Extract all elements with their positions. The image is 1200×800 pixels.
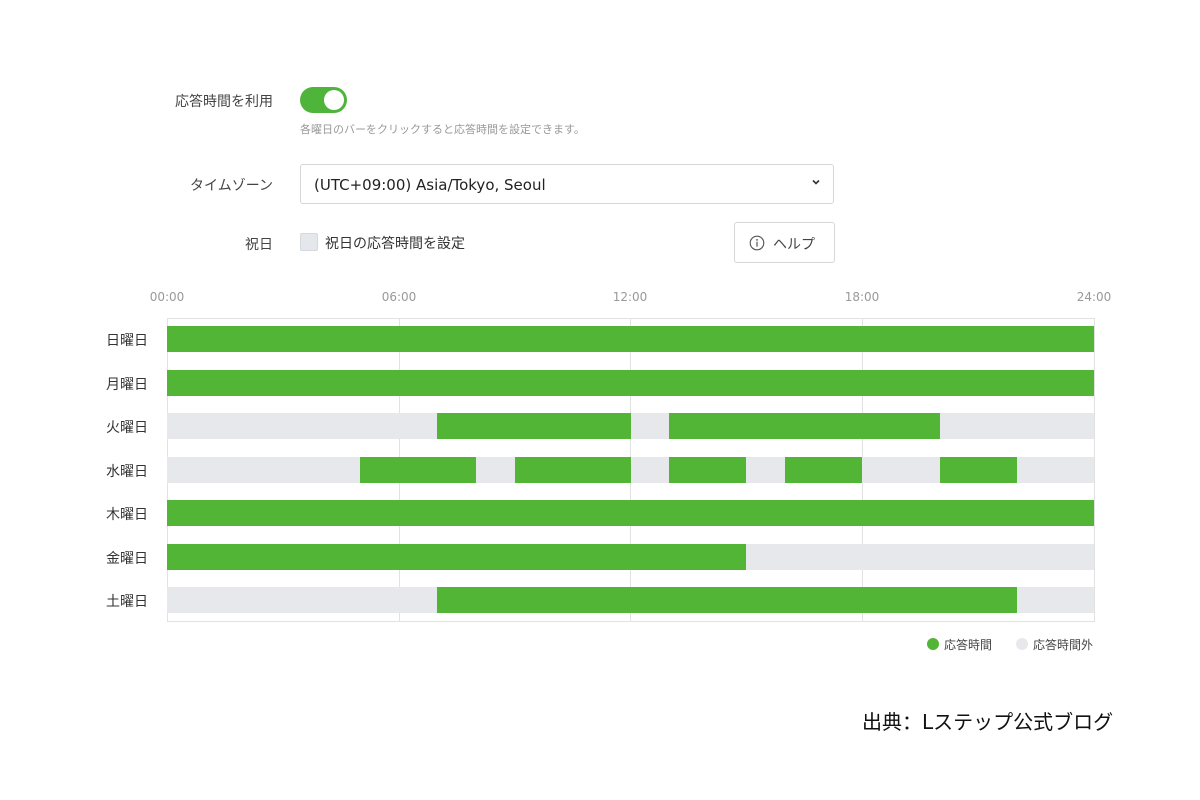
response-time-bar[interactable]	[167, 326, 1094, 352]
legend-response-dot	[927, 638, 939, 650]
day-label-wednesday: 水曜日	[106, 464, 148, 480]
response-time-bar[interactable]	[437, 587, 1017, 613]
timezone-select[interactable]: (UTC+09:00) Asia/Tokyo, Seoul	[300, 164, 834, 204]
response-time-bar[interactable]	[167, 370, 1094, 396]
holiday-checkbox-label[interactable]: 祝日の応答時間を設定	[325, 233, 465, 253]
time-tick: 06:00	[381, 290, 417, 304]
response-time-toggle[interactable]	[300, 87, 347, 113]
timezone-value: (UTC+09:00) Asia/Tokyo, Seoul	[314, 176, 546, 194]
day-track-thursday[interactable]	[167, 500, 1094, 526]
day-track-friday[interactable]	[167, 544, 1094, 570]
response-time-bar[interactable]	[167, 544, 747, 570]
day-label-thursday: 木曜日	[106, 507, 148, 523]
legend-off-dot	[1016, 638, 1028, 650]
response-time-bar[interactable]	[669, 457, 747, 483]
schedule-hint: 各曜日のバーをクリックすると応答時間を設定できます。	[300, 123, 585, 136]
time-tick: 00:00	[149, 290, 185, 304]
day-label-monday: 月曜日	[106, 377, 148, 393]
time-tick: 12:00	[612, 290, 648, 304]
response-time-bar[interactable]	[437, 413, 631, 439]
response-time-bar[interactable]	[360, 457, 476, 483]
response-time-bar[interactable]	[514, 457, 631, 483]
time-tick: 24:00	[1076, 290, 1112, 304]
day-label-friday: 金曜日	[106, 551, 148, 567]
day-label-tuesday: 火曜日	[106, 420, 148, 436]
response-time-bar[interactable]	[167, 500, 1094, 526]
legend-off-label: 応答時間外	[1033, 638, 1094, 652]
source-caption: 出典：Lステップ公式ブログ	[862, 710, 1114, 734]
help-button[interactable]: ヘルプ	[734, 222, 835, 263]
help-button-label: ヘルプ	[773, 237, 815, 253]
day-track-monday[interactable]	[167, 370, 1094, 396]
toggle-knob	[324, 90, 344, 110]
response-time-bar[interactable]	[785, 457, 863, 483]
timezone-label: タイムゾーン	[189, 178, 273, 194]
day-label-sunday: 日曜日	[106, 333, 148, 349]
day-track-saturday[interactable]	[167, 587, 1094, 613]
info-icon	[749, 235, 765, 251]
response-time-bar[interactable]	[939, 457, 1017, 483]
day-track-sunday[interactable]	[167, 326, 1094, 352]
holiday-label: 祝日	[245, 237, 273, 253]
response-time-label: 応答時間を利用	[175, 94, 273, 110]
time-tick: 18:00	[844, 290, 880, 304]
day-track-tuesday[interactable]	[167, 413, 1094, 439]
day-track-wednesday[interactable]	[167, 457, 1094, 483]
chevron-down-icon	[812, 179, 820, 185]
holiday-checkbox[interactable]	[300, 233, 318, 251]
day-label-saturday: 土曜日	[106, 594, 148, 610]
legend-response-label: 応答時間	[944, 638, 993, 652]
response-time-bar[interactable]	[669, 413, 940, 439]
